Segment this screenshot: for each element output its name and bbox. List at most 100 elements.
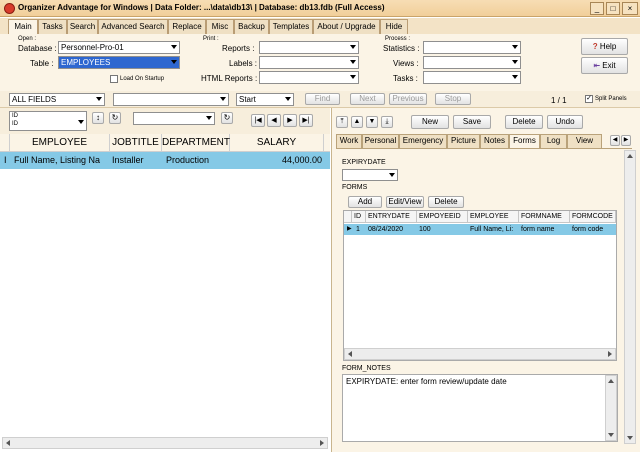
tab-notes[interactable]: Notes (480, 134, 509, 148)
tasks-select[interactable] (423, 71, 521, 84)
forms-cell-empoyeeid[interactable]: 100 (417, 224, 468, 235)
chevron-down-icon (96, 97, 102, 101)
tab-log[interactable]: Log (540, 134, 567, 148)
column-header-jobtitle[interactable]: JOBTITLE (110, 134, 162, 152)
load-on-startup-checkbox[interactable] (110, 75, 118, 83)
refresh-button[interactable]: ↻ (109, 112, 121, 124)
tab-forms[interactable]: Forms (509, 134, 540, 149)
forms-column-employee[interactable]: EMPLOYEE (468, 211, 519, 223)
scroll-down-icon (627, 436, 633, 440)
move-up-button[interactable]: ▲ (351, 116, 363, 128)
tab-hide[interactable]: Hide (380, 19, 408, 34)
form-notes-vertical-scrollbar[interactable] (605, 375, 617, 441)
tab-advanced-search[interactable]: Advanced Search (98, 19, 168, 34)
row-pointer-icon: ▶ (347, 226, 352, 232)
tab-picture[interactable]: Picture (447, 134, 480, 148)
exit-button[interactable]: ⇤ Exit (581, 57, 628, 74)
forms-column-empoyeeid[interactable]: EMPOYEEID (417, 211, 468, 223)
move-last-button[interactable]: ⤓ (381, 116, 393, 128)
help-button[interactable]: ? Help (581, 38, 628, 55)
forms-table-row[interactable]: ▶ 1 08/24/2020 100 Full Name, Li: form n… (344, 224, 616, 235)
tab-about-upgrade[interactable]: About / Upgrade (313, 19, 380, 34)
tab-main[interactable]: Main (8, 19, 38, 35)
search-input[interactable] (113, 93, 229, 106)
form-notes-textarea[interactable]: EXPIRYDATE: enter form review/update dat… (342, 374, 618, 442)
table-row[interactable]: I Full Name, Listing Na Installer Produc… (0, 152, 330, 169)
forms-cell-formcode[interactable]: form code (570, 224, 616, 235)
match-mode-select[interactable]: Start (236, 93, 294, 106)
cell-salary[interactable]: 44,000.00 (230, 152, 324, 169)
forms-edit-view-button[interactable]: Edit/View (386, 196, 424, 208)
forms-cell-formname[interactable]: form name (519, 224, 570, 235)
split-panels-label: Split Panels (595, 96, 627, 102)
cell-jobtitle[interactable]: Installer (110, 152, 162, 169)
tab-personal[interactable]: Personal (362, 134, 399, 148)
detail-vertical-scrollbar[interactable] (624, 150, 636, 444)
forms-add-button[interactable]: Add (348, 196, 382, 208)
move-first-button[interactable]: ⤒ (336, 116, 348, 128)
next-record-button[interactable]: ▶ (283, 114, 297, 127)
chevron-down-icon (512, 75, 518, 79)
cell-department[interactable]: Production (164, 152, 230, 169)
html-reports-select[interactable] (259, 71, 359, 84)
chevron-down-icon (512, 45, 518, 49)
forms-cell-entrydate[interactable]: 08/24/2020 (366, 224, 417, 235)
new-button[interactable]: New (411, 115, 449, 129)
filter-select[interactable] (133, 112, 215, 125)
tab-search[interactable]: Search (67, 19, 98, 34)
grid-horizontal-scrollbar[interactable] (2, 437, 328, 449)
column-header-department[interactable]: DEPARTMENT (162, 134, 230, 152)
last-record-button[interactable]: ▶| (299, 114, 313, 127)
sort-field-select[interactable]: ID ID (9, 111, 87, 131)
minimize-button[interactable]: _ (590, 2, 604, 15)
chevron-down-icon (171, 45, 177, 49)
save-button[interactable]: Save (453, 115, 491, 129)
move-down-button[interactable]: ▼ (366, 116, 378, 128)
prev-record-button[interactable]: ◀ (267, 114, 281, 127)
tab-scroll-left-button[interactable]: ◀ (610, 135, 620, 146)
tab-scroll-right-button[interactable]: ▶ (621, 135, 631, 146)
window-title: Organizer Advantage for Windows | Data F… (18, 3, 385, 12)
filter-refresh-button[interactable]: ↻ (221, 112, 233, 124)
forms-column-formname[interactable]: FORMNAME (519, 211, 570, 223)
undo-button[interactable]: Undo (547, 115, 583, 129)
tab-work[interactable]: Work (336, 134, 362, 148)
database-select[interactable]: Personnel-Pro-01 (58, 41, 180, 54)
labels-select[interactable] (259, 56, 359, 69)
split-panels-checkbox[interactable]: ✓ (585, 95, 593, 103)
find-button[interactable]: Find (305, 93, 340, 105)
cell-employee[interactable]: Full Name, Listing Na (12, 152, 110, 169)
column-header-employee[interactable]: EMPLOYEE (10, 134, 110, 152)
statistics-select[interactable] (423, 41, 521, 54)
tab-templates[interactable]: Templates (269, 19, 313, 34)
reports-select[interactable] (259, 41, 359, 54)
help-icon: ? (592, 42, 598, 51)
search-field-select[interactable]: ALL FIELDS (9, 93, 105, 106)
forms-cell-id[interactable]: 1 (354, 224, 366, 235)
sort-direction-button[interactable]: ↕ (92, 112, 104, 124)
forms-column-id[interactable]: ID (352, 211, 366, 223)
forms-cell-employee[interactable]: Full Name, Li: (468, 224, 519, 235)
tab-view[interactable]: View (567, 134, 602, 148)
tab-emergency[interactable]: Emergency (399, 134, 447, 148)
views-select[interactable] (423, 56, 521, 69)
grid-corner (0, 134, 10, 152)
next-button[interactable]: Next (350, 93, 385, 105)
previous-button[interactable]: Previous (389, 93, 427, 105)
column-header-salary[interactable]: SALARY (230, 134, 324, 152)
forms-column-formcode[interactable]: FORMCODE (570, 211, 616, 223)
forms-delete-button[interactable]: Delete (428, 196, 464, 208)
forms-column-entrydate[interactable]: ENTRYDATE (366, 211, 417, 223)
maximize-button[interactable]: □ (606, 2, 620, 15)
tab-replace[interactable]: Replace (168, 19, 206, 34)
tab-misc[interactable]: Misc (206, 19, 234, 34)
tab-backup[interactable]: Backup (234, 19, 269, 34)
stop-button[interactable]: Stop (435, 93, 471, 105)
tab-tasks[interactable]: Tasks (38, 19, 67, 34)
expirydate-input[interactable] (342, 169, 398, 181)
first-record-button[interactable]: |◀ (251, 114, 265, 127)
forms-horizontal-scrollbar[interactable] (344, 348, 616, 360)
table-select[interactable]: EMPLOYEES (58, 56, 180, 69)
close-button[interactable]: × (622, 2, 638, 15)
delete-button[interactable]: Delete (505, 115, 543, 129)
